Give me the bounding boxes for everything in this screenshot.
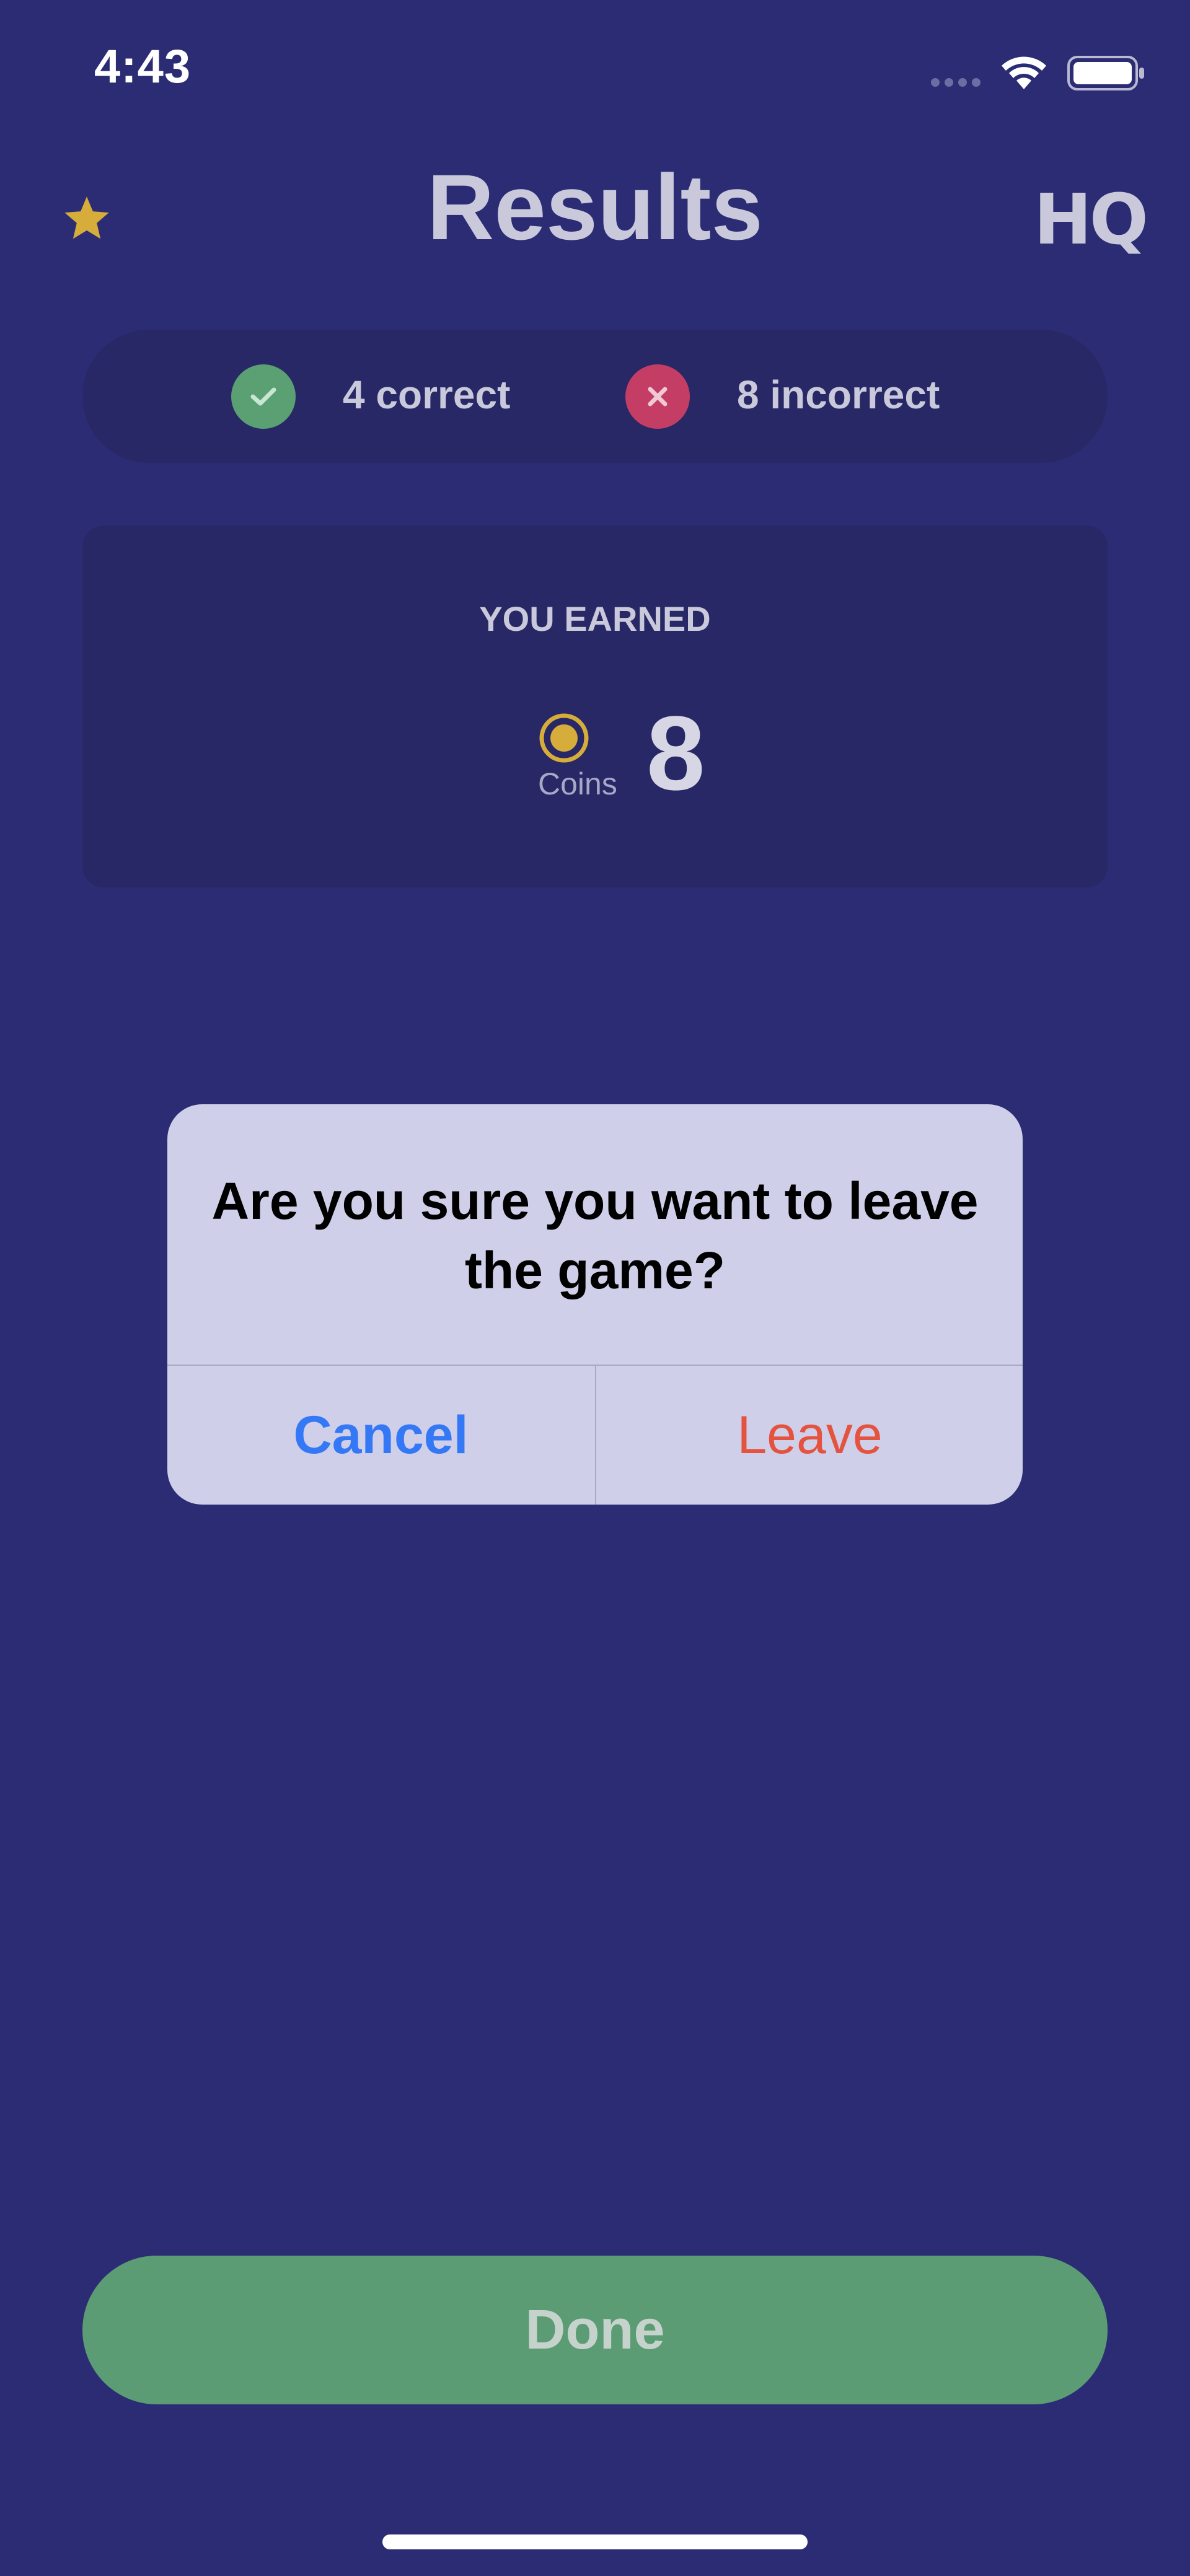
earned-card: YOU EARNED Coins 8 bbox=[82, 525, 1108, 887]
leave-button[interactable]: Leave bbox=[596, 1366, 1023, 1505]
hq-logo: HQ bbox=[1034, 180, 1148, 260]
leave-game-alert: Are you sure you want to leave the game?… bbox=[167, 1104, 1023, 1505]
incorrect-count: 8 incorrect bbox=[737, 372, 940, 417]
home-indicator[interactable] bbox=[382, 2534, 808, 2549]
done-button-label: Done bbox=[525, 2298, 665, 2361]
checkmark-icon bbox=[231, 364, 296, 429]
cancel-button[interactable]: Cancel bbox=[167, 1366, 594, 1505]
signal-dots-icon bbox=[931, 78, 981, 87]
earned-label: YOU EARNED bbox=[479, 599, 711, 638]
done-button[interactable]: Done bbox=[82, 2256, 1108, 2404]
coin-icon bbox=[539, 713, 589, 765]
x-icon bbox=[625, 364, 690, 429]
alert-message: Are you sure you want to leave the game? bbox=[211, 1172, 979, 1299]
battery-icon bbox=[1067, 56, 1145, 93]
coins-value: 8 bbox=[646, 695, 705, 812]
score-summary: 4 correct 8 incorrect bbox=[82, 330, 1108, 463]
wifi-icon bbox=[999, 53, 1049, 93]
correct-count: 4 correct bbox=[343, 372, 511, 417]
status-time: 4:43 bbox=[94, 40, 192, 93]
page-title: Results bbox=[427, 155, 763, 259]
coins-label: Coins bbox=[538, 767, 617, 801]
